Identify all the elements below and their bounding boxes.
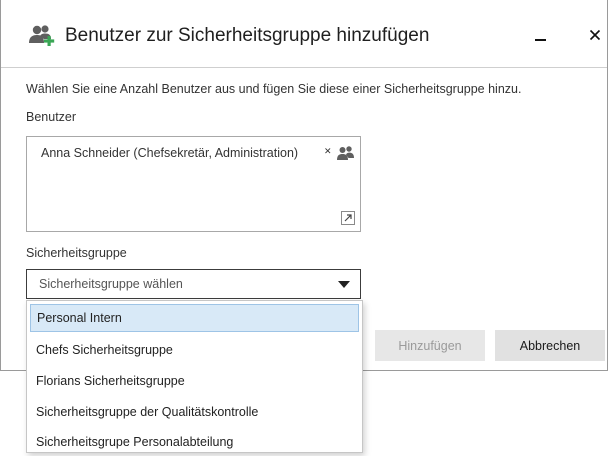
dialog-titlebar: Benutzer zur Sicherheitsgruppe hinzufüge… xyxy=(1,0,607,68)
dropdown-option[interactable]: Personal Intern xyxy=(30,304,359,332)
security-group-placeholder: Sicherheitsgruppe wählen xyxy=(39,277,183,291)
users-label: Benutzer xyxy=(26,110,77,124)
cancel-button[interactable]: Abbrechen xyxy=(495,330,605,361)
dropdown-option[interactable]: Florians Sicherheitsgruppe xyxy=(27,367,362,395)
dropdown-option[interactable]: Sicherheitsgruppe der Qualitätskontrolle xyxy=(27,398,362,426)
add-users-icon xyxy=(29,25,55,46)
dropdown-option[interactable]: Sicherheitsgrupe Personalabteilung xyxy=(27,428,362,456)
remove-user-icon[interactable]: ✕ xyxy=(324,146,332,157)
add-button[interactable]: Hinzufügen xyxy=(375,330,485,361)
expand-icon[interactable] xyxy=(341,211,355,225)
users-field[interactable]: Anna Schneider (Chefsekretär, Administra… xyxy=(26,136,361,232)
security-group-select[interactable]: Sicherheitsgruppe wählen xyxy=(26,269,361,299)
close-button[interactable] xyxy=(580,20,608,50)
minimize-button[interactable] xyxy=(525,20,555,50)
close-icon xyxy=(589,29,601,41)
dropdown-option[interactable]: Chefs Sicherheitsgruppe xyxy=(27,336,362,364)
security-group-dropdown-list: Personal Intern Chefs Sicherheitsgruppe … xyxy=(26,300,363,453)
selected-user-token: Anna Schneider (Chefsekretär, Administra… xyxy=(41,146,299,160)
chevron-down-icon xyxy=(338,281,350,288)
dialog-title: Benutzer zur Sicherheitsgruppe hinzufüge… xyxy=(65,25,430,46)
minimize-icon xyxy=(534,39,546,41)
users-picker-icon[interactable] xyxy=(336,145,356,161)
instruction-text: Wählen Sie eine Anzahl Benutzer aus und … xyxy=(26,82,522,96)
security-group-label: Sicherheitsgruppe xyxy=(26,246,127,260)
